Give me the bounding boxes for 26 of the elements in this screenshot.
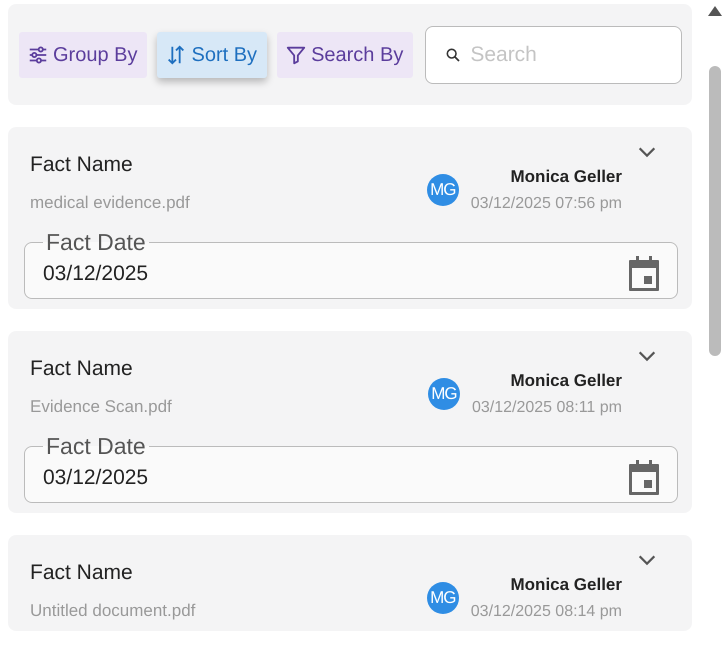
scrollbar-thumb[interactable]	[709, 66, 721, 356]
file-name: Evidence Scan.pdf	[30, 397, 173, 417]
user-avatar: MG	[426, 582, 459, 614]
user-name: Monica Geller	[510, 371, 622, 391]
fact-title: Fact Name	[30, 153, 134, 177]
file-name: Untitled document.pdf	[30, 601, 196, 621]
toolbar-button[interactable]: Group By	[19, 32, 148, 78]
filter-icon	[285, 44, 308, 66]
calendar-icon[interactable]	[627, 256, 661, 292]
scroll-up-icon[interactable]	[708, 6, 722, 16]
timestamp: 03/12/2025 08:14 pm	[470, 603, 622, 621]
search-icon	[445, 47, 462, 63]
fact-title: Fact Name	[30, 561, 134, 585]
timestamp: 03/12/2025 07:56 pm	[470, 195, 622, 213]
sliders-icon	[27, 44, 49, 66]
user-avatar: MG	[426, 174, 459, 206]
user-name: Monica Geller	[510, 575, 622, 595]
user-avatar: MG	[428, 378, 460, 410]
user-name: Monica Geller	[510, 167, 622, 187]
toolbar-button[interactable]: Search By	[277, 32, 414, 78]
search-field[interactable]: Search	[425, 26, 682, 84]
calendar-icon[interactable]	[627, 460, 661, 496]
timestamp: 03/12/2025 08:11 pm	[472, 399, 622, 417]
file-name: medical evidence.pdf	[30, 193, 191, 213]
toolbar-button[interactable]: Sort By	[157, 32, 268, 78]
fact-title: Fact Name	[30, 357, 134, 381]
